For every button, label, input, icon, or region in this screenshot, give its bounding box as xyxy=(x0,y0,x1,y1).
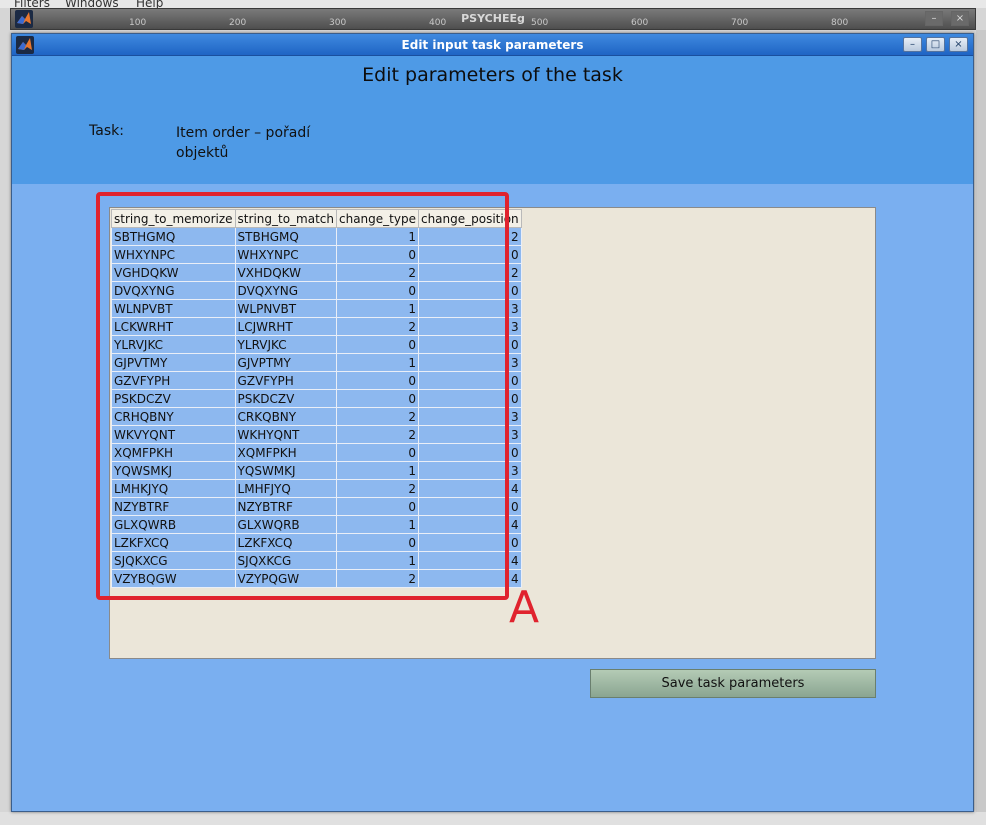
ruler-tick: 500 xyxy=(531,18,549,28)
menu-help[interactable]: Help xyxy=(136,0,163,8)
bg-close-button[interactable]: × xyxy=(951,11,969,26)
ruler-tick: 600 xyxy=(631,18,649,28)
dialog-title: Edit input task parameters xyxy=(401,38,584,52)
annotation-label: A xyxy=(509,582,540,633)
header-band: Edit parameters of the task Task: Item o… xyxy=(12,56,973,184)
ruler-tick: 800 xyxy=(831,18,849,28)
bg-minimize-button[interactable]: – xyxy=(925,11,943,26)
background-titlebar: PSYCHEEg 100 200 300 400 500 600 700 800… xyxy=(10,8,976,30)
menu-filters[interactable]: Filters xyxy=(14,0,50,8)
maximize-button[interactable]: □ xyxy=(926,37,945,52)
background-edge xyxy=(976,30,986,825)
task-value: Item order – pořadí objektů xyxy=(176,125,311,161)
annotation-highlight-box xyxy=(96,192,509,600)
save-task-parameters-button[interactable]: Save task parameters xyxy=(590,669,876,698)
ruler-tick: 200 xyxy=(229,18,247,28)
ruler-tick: 400 xyxy=(429,18,447,28)
minimize-button[interactable]: – xyxy=(903,37,922,52)
background-menubar: Filters Windows Help xyxy=(0,0,986,8)
edit-task-dialog: Edit input task parameters – □ × Edit pa… xyxy=(11,33,974,812)
ruler-tick: 300 xyxy=(329,18,347,28)
close-button[interactable]: × xyxy=(949,37,968,52)
task-label: Task: xyxy=(89,123,124,139)
page-title: Edit parameters of the task xyxy=(362,64,623,86)
background-bottom xyxy=(0,812,986,825)
ruler-tick: 700 xyxy=(731,18,749,28)
ruler-tick: 100 xyxy=(129,18,147,28)
menu-windows[interactable]: Windows xyxy=(65,0,119,8)
dialog-titlebar[interactable]: Edit input task parameters – □ × xyxy=(12,34,973,56)
